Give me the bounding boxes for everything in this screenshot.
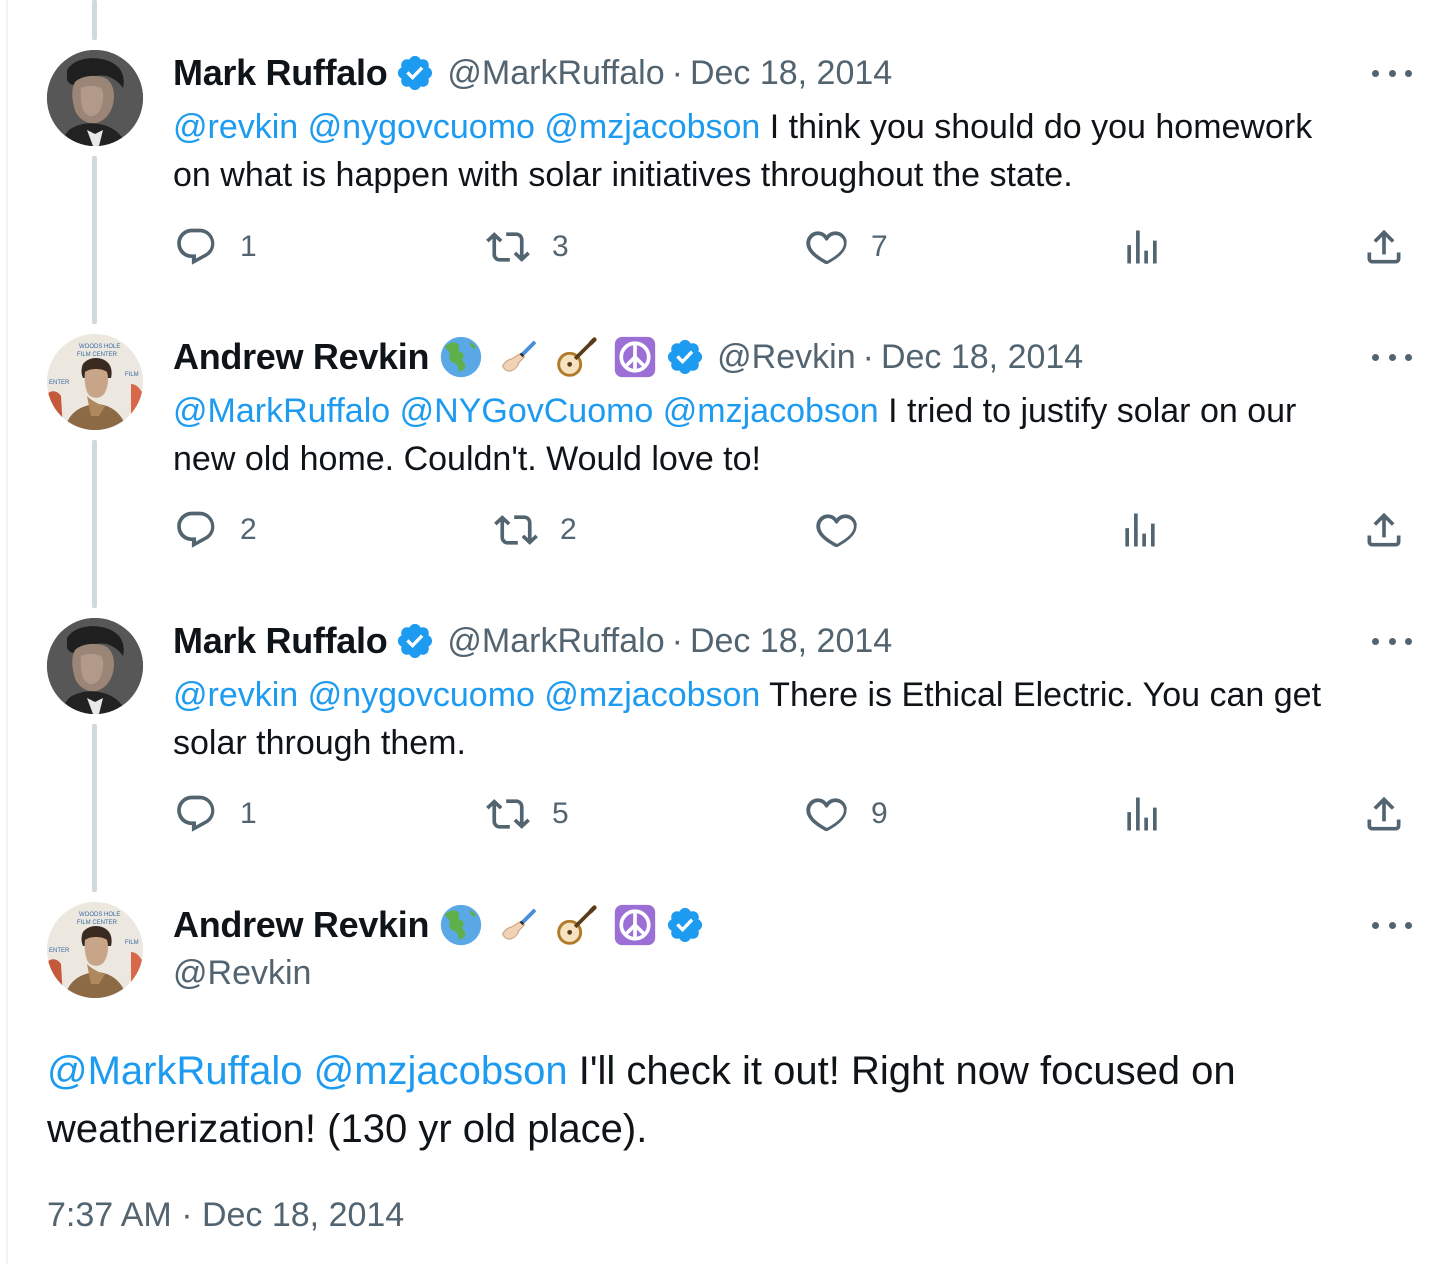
author-name[interactable]: Andrew Revkin <box>173 336 429 378</box>
avatar[interactable] <box>47 618 143 714</box>
action-bar: 2 2 <box>0 508 1456 568</box>
author-name[interactable]: Mark Ruffalo <box>173 620 388 662</box>
like-button[interactable]: 7 <box>805 225 888 269</box>
more-icon[interactable] <box>1372 631 1412 651</box>
share-icon <box>1362 225 1406 269</box>
tweet-timestamp[interactable]: 7:37 AM · Dec 18, 2014 <box>47 1196 404 1235</box>
like-button[interactable] <box>815 508 881 552</box>
reply-button[interactable]: 1 <box>174 792 257 836</box>
tweet-text-line: solar through them. <box>173 724 466 762</box>
share-button[interactable] <box>1362 225 1406 269</box>
peace-symbol-icon <box>613 335 657 379</box>
like-count: 7 <box>871 230 888 263</box>
author-handle[interactable]: @Revkin <box>173 954 311 993</box>
like-count: 9 <box>871 797 888 830</box>
banjo-icon <box>555 903 599 947</box>
verified-badge-icon[interactable] <box>395 53 435 93</box>
like-button[interactable]: 9 <box>805 792 888 836</box>
tweet-text-line: I'll check it out! Right now focused on <box>567 1049 1236 1093</box>
retweet-count: 2 <box>560 513 577 546</box>
main-tweet-text: @MarkRuffalo @mzjacobson I'll check it o… <box>47 1042 1236 1158</box>
tweet-text: @revkin @nygovcuomo @mzjacobson I think … <box>173 103 1423 199</box>
tweet-text-line: new old home. Couldn't. Would love to! <box>173 440 761 478</box>
writing-hand-icon <box>497 903 541 947</box>
banjo-icon <box>555 335 599 379</box>
reply-button[interactable]: 2 <box>174 508 257 552</box>
separator: · <box>862 337 874 376</box>
tweet-text-line: on what is happen with solar initiatives… <box>173 156 1073 194</box>
share-icon <box>1362 792 1406 836</box>
share-icon <box>1362 508 1406 552</box>
tweet-text-line: There is Ethical Electric. You can get <box>760 676 1322 714</box>
reply-icon <box>174 225 218 269</box>
writing-hand-icon <box>497 335 541 379</box>
tweet-header: Mark Ruffalo @MarkRuffalo · Dec 18, 2014 <box>173 50 892 96</box>
more-icon[interactable] <box>1372 63 1412 83</box>
mentions[interactable]: @MarkRuffalo @NYGovCuomo @mzjacobson <box>173 392 879 430</box>
avatar[interactable] <box>47 334 143 430</box>
tweet-text: @revkin @nygovcuomo @mzjacobson There is… <box>173 671 1423 767</box>
tweet-header: Mark Ruffalo @MarkRuffalo · Dec 18, 2014 <box>173 618 892 664</box>
separator: · <box>671 53 683 92</box>
tweet-text-line: I think you should do you homework <box>760 108 1313 146</box>
retweet-button[interactable]: 2 <box>494 508 577 552</box>
verified-badge-icon[interactable] <box>395 621 435 661</box>
views-icon <box>1120 225 1164 269</box>
author-handle[interactable]: @Revkin <box>717 338 855 377</box>
tweet-header: Andrew Revkin @Revkin · Dec 18, 2014 <box>173 334 1083 380</box>
reply-icon <box>174 508 218 552</box>
tweet[interactable]: Mark Ruffalo @MarkRuffalo · Dec 18, 2014… <box>0 0 1456 300</box>
separator: · <box>671 621 683 660</box>
verified-badge-icon[interactable] <box>665 337 705 377</box>
views-icon <box>1120 792 1164 836</box>
author-handle[interactable]: @MarkRuffalo <box>447 54 664 93</box>
tweet-text: @MarkRuffalo @NYGovCuomo @mzjacobson I t… <box>173 387 1423 483</box>
reply-count: 1 <box>240 230 257 263</box>
more-icon[interactable] <box>1372 347 1412 367</box>
author-name[interactable]: Mark Ruffalo <box>173 52 388 94</box>
retweet-count: 3 <box>552 230 569 263</box>
tweet-date[interactable]: Dec 18, 2014 <box>881 338 1083 377</box>
views-button[interactable] <box>1118 508 1162 552</box>
like-icon <box>805 792 849 836</box>
avatar[interactable] <box>47 902 143 998</box>
reply-count: 2 <box>240 513 257 546</box>
tweet-date[interactable]: Dec 18, 2014 <box>690 54 892 93</box>
mentions[interactable]: @MarkRuffalo @mzjacobson <box>47 1049 568 1093</box>
author-handle[interactable]: @MarkRuffalo <box>447 622 664 661</box>
views-icon <box>1118 508 1162 552</box>
views-button[interactable] <box>1120 792 1164 836</box>
more-icon[interactable] <box>1372 915 1412 935</box>
retweet-icon <box>486 792 530 836</box>
action-bar: 1 3 7 <box>0 225 1456 285</box>
retweet-button[interactable]: 5 <box>486 792 569 836</box>
tweet-text-line: weatherization! (130 yr old place). <box>47 1107 648 1151</box>
retweet-icon <box>486 225 530 269</box>
mentions[interactable]: @revkin @nygovcuomo @mzjacobson <box>173 676 760 714</box>
avatar[interactable] <box>47 50 143 146</box>
author-name[interactable]: Andrew Revkin <box>173 904 429 946</box>
reply-button[interactable]: 1 <box>174 225 257 269</box>
globe-americas-icon <box>439 335 483 379</box>
retweet-icon <box>494 508 538 552</box>
tweet-text-line: I tried to justify solar on our <box>878 392 1297 430</box>
retweet-button[interactable]: 3 <box>486 225 569 269</box>
mentions[interactable]: @revkin @nygovcuomo @mzjacobson <box>173 108 760 146</box>
share-button[interactable] <box>1362 792 1406 836</box>
views-button[interactable] <box>1120 225 1164 269</box>
globe-americas-icon <box>439 903 483 947</box>
share-button[interactable] <box>1362 508 1406 552</box>
like-icon <box>805 225 849 269</box>
verified-badge-icon[interactable] <box>665 905 705 945</box>
reply-count: 1 <box>240 797 257 830</box>
like-icon <box>815 508 859 552</box>
author-handle-row: @Revkin <box>173 950 311 996</box>
retweet-count: 5 <box>552 797 569 830</box>
tweet-header: Andrew Revkin <box>173 902 705 948</box>
action-bar: 1 5 9 <box>0 792 1456 852</box>
tweet-date[interactable]: Dec 18, 2014 <box>690 622 892 661</box>
reply-icon <box>174 792 218 836</box>
peace-symbol-icon <box>613 903 657 947</box>
